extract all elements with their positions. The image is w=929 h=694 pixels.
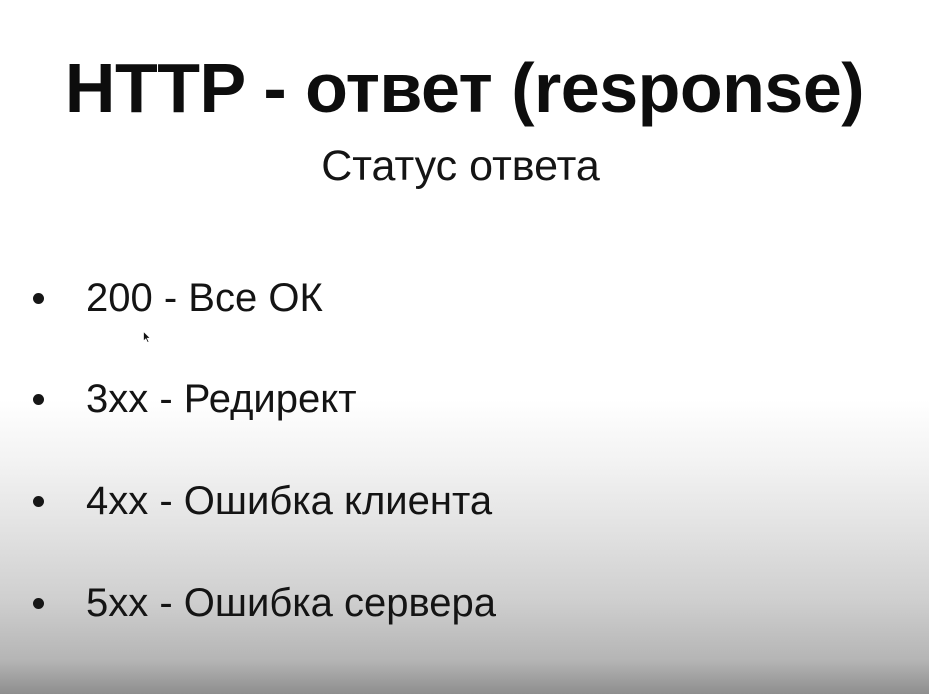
list-item: 3xx - Редирект xyxy=(33,374,357,424)
mouse-pointer-icon xyxy=(143,331,151,343)
list-item-text: 200 - Все ОК xyxy=(86,276,323,320)
bullet-dot-icon xyxy=(33,393,44,405)
bullet-dot-icon xyxy=(33,292,44,304)
bullet-dot-icon xyxy=(33,597,44,609)
list-item-text: 3xx - Редирект xyxy=(86,377,357,421)
list-item-text: 4xx - Ошибка клиента xyxy=(86,479,493,523)
status-list: 200 - Все ОК 3xx - Редирект 4xx - Ошибка… xyxy=(0,0,929,694)
list-item: 5xx - Ошибка сервера xyxy=(33,578,496,628)
slide: HTTP - ответ (response) Статус ответа 20… xyxy=(0,0,929,694)
list-item-text: 5xx - Ошибка сервера xyxy=(86,581,497,625)
bullet-dot-icon xyxy=(33,495,44,507)
list-item: 200 - Все ОК xyxy=(33,273,323,323)
list-item: 4xx - Ошибка клиента xyxy=(33,476,492,526)
